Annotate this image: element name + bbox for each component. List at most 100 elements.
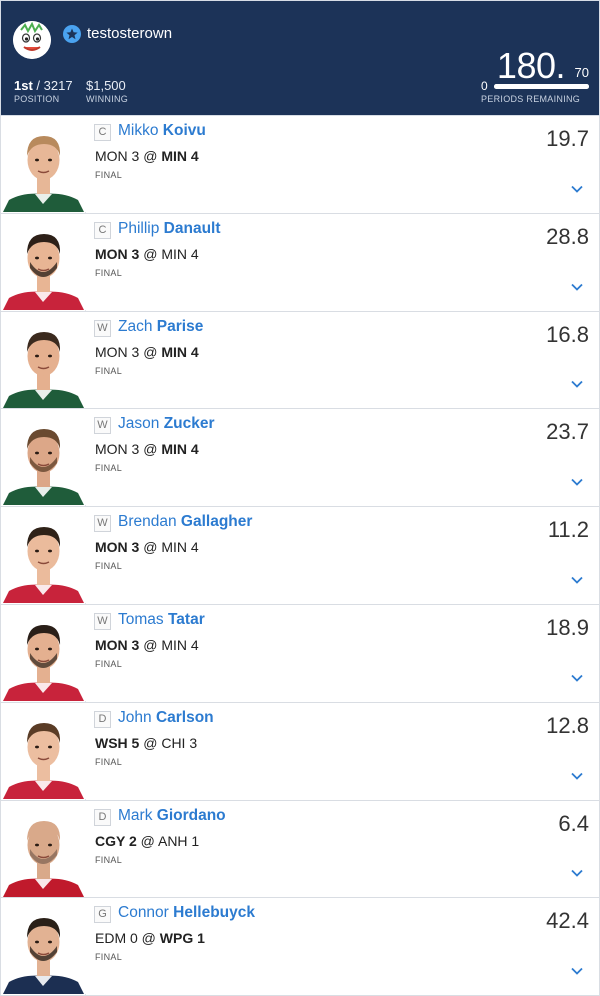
game-team-other: @ ANH 1 [136, 832, 200, 849]
player-photo-cell [1, 116, 86, 213]
game-team-winning: MIN 4 [161, 148, 199, 164]
game-team-winning: MIN 4 [161, 343, 199, 360]
player-points: 19.7 [546, 126, 589, 151]
position-value: 1st / 3217 [14, 78, 73, 93]
chevron-down-icon[interactable] [571, 183, 583, 195]
game-score: CGY 2 @ ANH 1 [95, 833, 199, 849]
chevron-down-icon[interactable] [571, 378, 583, 390]
player-name[interactable]: Connor Hellebuyck [118, 904, 255, 922]
player-points: 16.8 [546, 321, 589, 347]
player-last-name: Giordano [156, 806, 226, 824]
game-status: FINAL [95, 952, 123, 963]
chevron-down-icon[interactable] [571, 574, 583, 586]
player-row[interactable]: W Jason Zucker MON 3 @ MIN 4 FINAL 23.7 [0, 409, 600, 508]
game-team-winning: MIN 4 [161, 441, 199, 458]
player-row[interactable]: W Brendan Gallagher MON 3 @ MIN 4 FINAL … [0, 507, 600, 605]
periods-progress-bar [494, 84, 589, 89]
player-headshot [1, 409, 86, 506]
game-score: MON 3 @ MIN 4 [95, 637, 199, 653]
winning-value: $1,500 [86, 78, 126, 93]
username[interactable]: testosterown [87, 25, 172, 42]
position-badge: D [94, 808, 111, 826]
player-headshot [1, 116, 86, 212]
chevron-down-icon[interactable] [571, 867, 583, 879]
player-last-name: Zucker [163, 415, 215, 433]
game-team-other: EDM 0 @ [95, 930, 160, 947]
player-last-name: Parise [156, 317, 204, 335]
player-photo-cell [1, 507, 86, 604]
player-row[interactable]: C Mikko Koivu MON 3 @ MIN 4 FINAL 19.7 [0, 116, 600, 214]
player-row[interactable]: D John Carlson WSH 5 @ CHI 3 FINAL 12.8 [0, 702, 600, 801]
player-photo-cell [1, 898, 86, 996]
game-score: MON 3 @ MIN 4 [95, 539, 199, 555]
game-status: FINAL [95, 365, 123, 376]
player-points: 12.8 [546, 712, 589, 738]
game-team-winning: WPG 1 [159, 930, 205, 947]
player-last-name: Hellebuyck [173, 904, 256, 922]
player-photo-cell [1, 800, 86, 898]
player-name[interactable]: Brendan Gallagher [118, 513, 252, 531]
game-score: MON 3 @ MIN 4 [95, 148, 199, 164]
player-headshot [1, 800, 86, 897]
game-score: EDM 0 @ WPG 1 [95, 930, 205, 946]
game-status: FINAL [95, 756, 123, 767]
player-row[interactable]: W Zach Parise MON 3 @ MIN 4 FINAL 16.8 [0, 311, 600, 410]
periods-remaining-label: PERIODS REMAINING [481, 94, 581, 104]
player-photo-cell [1, 409, 86, 507]
game-team-winning: MON 3 [95, 245, 140, 262]
player-points: 6.4 [558, 810, 589, 836]
player-first-name: Zach [118, 317, 153, 335]
game-team-other: @ MIN 4 [139, 245, 199, 262]
player-headshot [1, 702, 86, 799]
player-photo-cell [1, 604, 86, 702]
game-team-other: @ CHI 3 [139, 734, 198, 751]
game-team-other: @ MIN 4 [139, 539, 199, 556]
game-team-winning: MON 3 [95, 636, 140, 653]
player-photo-cell [1, 213, 86, 311]
chevron-down-icon[interactable] [571, 476, 583, 488]
game-team-other: @ MIN 4 [139, 636, 199, 653]
player-first-name: John [118, 708, 152, 726]
position-badge: C [94, 221, 111, 239]
position-badge: D [94, 710, 111, 728]
player-row[interactable]: D Mark Giordano CGY 2 @ ANH 1 FINAL 6.4 [0, 800, 600, 899]
chevron-down-icon[interactable] [571, 770, 583, 782]
periods-remaining-value: 0 [481, 79, 488, 93]
game-status: FINAL [95, 658, 123, 669]
player-first-name: Connor [118, 904, 169, 922]
game-team-winning: CGY 2 [95, 832, 137, 849]
player-name[interactable]: Tomas Tatar [118, 611, 205, 629]
player-row[interactable]: W Tomas Tatar MON 3 @ MIN 4 FINAL 18.9 [0, 604, 600, 703]
position-badge: W [94, 515, 111, 533]
user-avatar[interactable] [13, 21, 51, 59]
player-headshot [1, 507, 86, 604]
game-status: FINAL [95, 463, 123, 474]
position-label: POSITION [14, 94, 60, 104]
game-team-winning: WSH 5 [95, 734, 140, 751]
chevron-down-icon[interactable] [571, 281, 583, 293]
player-name[interactable]: Mark Giordano [118, 807, 226, 825]
player-name[interactable]: Zach Parise [118, 318, 203, 336]
player-name[interactable]: John Carlson [118, 709, 214, 727]
player-last-name: Koivu [162, 122, 206, 139]
player-row[interactable]: C Phillip Danault MON 3 @ MIN 4 FINAL 28… [0, 213, 600, 312]
player-points: 28.8 [546, 223, 589, 249]
player-first-name: Tomas [118, 610, 164, 628]
star-icon [63, 25, 81, 43]
player-last-name: Carlson [155, 708, 214, 726]
player-headshot [1, 311, 86, 408]
game-score: WSH 5 @ CHI 3 [95, 735, 197, 751]
player-row[interactable]: G Connor Hellebuyck EDM 0 @ WPG 1 FINAL … [0, 898, 600, 996]
game-score: MON 3 @ MIN 4 [95, 344, 199, 360]
chevron-down-icon[interactable] [571, 965, 583, 977]
position-badge: G [94, 906, 111, 924]
total-score: 180. [496, 45, 566, 86]
player-name[interactable]: Mikko Koivu [118, 122, 206, 140]
player-last-name: Gallagher [180, 513, 253, 531]
player-first-name: Mark [118, 806, 153, 824]
chevron-down-icon[interactable] [571, 672, 583, 684]
game-team-other: MON 3 @ [95, 343, 162, 360]
game-score: MON 3 @ MIN 4 [95, 246, 199, 262]
player-name[interactable]: Jason Zucker [118, 415, 215, 433]
player-name[interactable]: Phillip Danault [118, 220, 221, 238]
